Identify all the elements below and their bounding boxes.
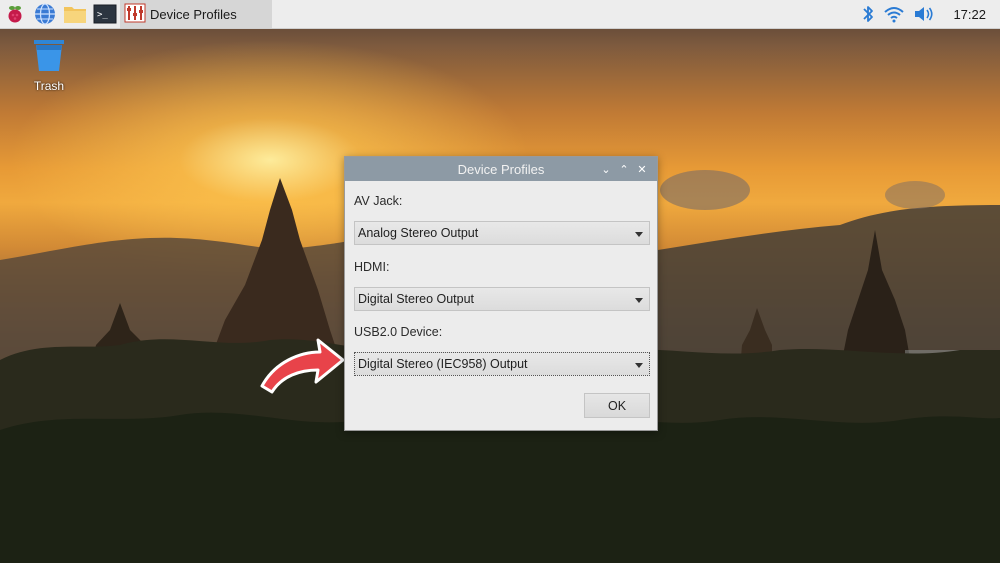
window-controls: ⌄ ⌃ ✕ xyxy=(597,157,651,181)
dropdown-arrow-icon xyxy=(635,363,643,368)
raspberry-menu-icon[interactable] xyxy=(0,0,30,28)
bluetooth-icon[interactable] xyxy=(861,0,875,28)
file-manager-icon[interactable] xyxy=(60,0,90,28)
trash-icon xyxy=(34,40,64,71)
dialog-titlebar[interactable]: Device Profiles ⌄ ⌃ ✕ xyxy=(345,157,657,181)
hdmi-value: Digital Stereo Output xyxy=(358,292,475,306)
hdmi-select[interactable]: Digital Stereo Output xyxy=(354,287,650,311)
taskbar-task-device-profiles[interactable]: Device Profiles xyxy=(120,0,272,28)
av-jack-select[interactable]: Analog Stereo Output xyxy=(354,221,650,245)
taskbar: >_ Device Profiles 17:22 xyxy=(0,0,1000,29)
terminal-icon[interactable]: >_ xyxy=(90,0,120,28)
usb-device-value: Digital Stereo (IEC958) Output xyxy=(358,357,528,371)
mixer-icon xyxy=(124,3,146,26)
av-jack-label: AV Jack: xyxy=(354,194,403,208)
dropdown-arrow-icon xyxy=(635,298,643,303)
av-jack-value: Analog Stereo Output xyxy=(358,226,479,240)
maximize-icon[interactable]: ⌃ xyxy=(615,163,633,176)
wifi-icon[interactable] xyxy=(883,0,905,28)
dialog-title: Device Profiles xyxy=(457,161,545,177)
usb-device-select[interactable]: Digital Stereo (IEC958) Output xyxy=(354,352,650,376)
usb-device-label: USB2.0 Device: xyxy=(354,325,443,339)
device-profiles-dialog: Device Profiles ⌄ ⌃ ✕ AV Jack: Analog St… xyxy=(344,156,658,431)
trash-desktop-item[interactable]: Trash xyxy=(28,38,70,93)
taskbar-task-label: Device Profiles xyxy=(150,6,237,22)
web-browser-icon[interactable] xyxy=(30,0,60,28)
system-tray: 17:22 xyxy=(857,0,1000,28)
volume-icon[interactable] xyxy=(913,0,935,28)
trash-label: Trash xyxy=(33,79,65,93)
close-icon[interactable]: ✕ xyxy=(633,163,651,176)
hdmi-label: HDMI: xyxy=(354,260,390,274)
dropdown-arrow-icon xyxy=(635,232,643,237)
ok-button[interactable]: OK xyxy=(584,393,650,418)
clock: 17:22 xyxy=(953,6,986,22)
svg-text:>_: >_ xyxy=(97,10,108,20)
minimize-icon[interactable]: ⌄ xyxy=(597,163,615,176)
